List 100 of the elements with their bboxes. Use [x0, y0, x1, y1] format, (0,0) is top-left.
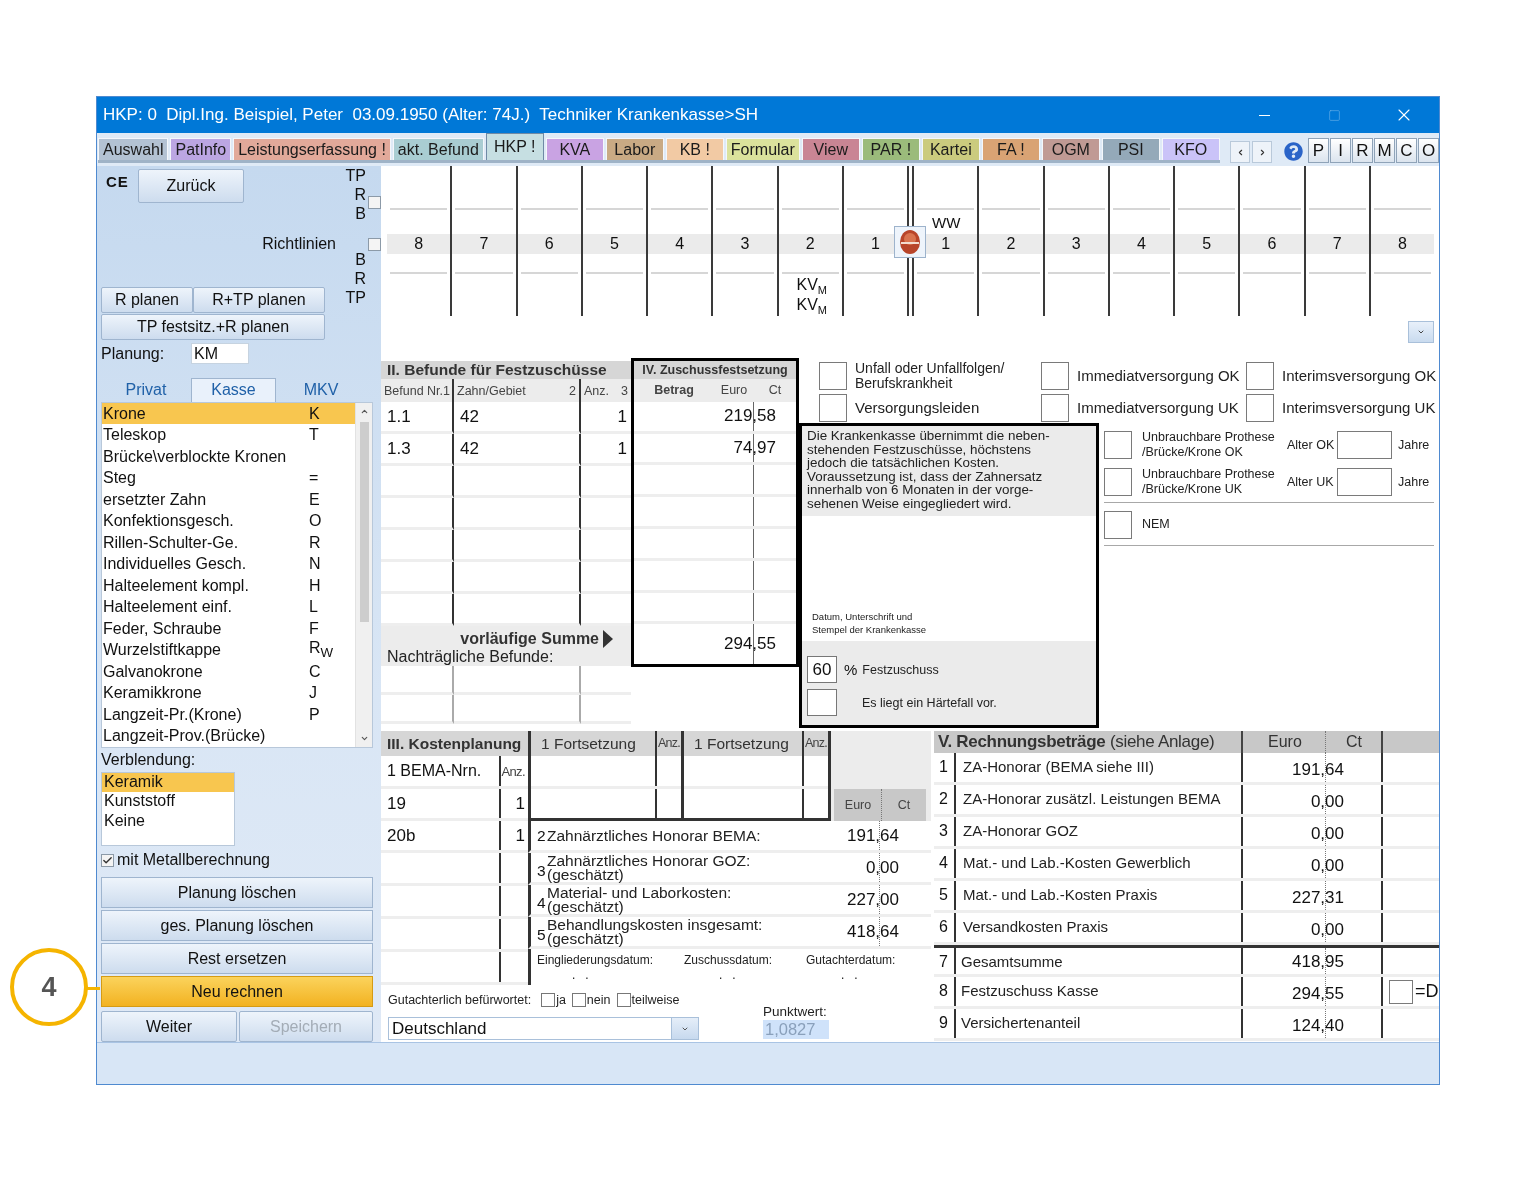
list-item[interactable]: Keine: [102, 811, 234, 832]
toolbar-button[interactable]: P: [1308, 138, 1329, 163]
action-button[interactable]: Rest ersetzen: [101, 943, 373, 974]
tab[interactable]: akt. Befund: [392, 138, 484, 160]
list-item[interactable]: Konfektionsgesch. O: [102, 510, 355, 532]
plan-button[interactable]: R planen: [101, 287, 193, 313]
list-item[interactable]: Steg =: [102, 467, 355, 489]
date-label: Zuschussdatum:: [684, 953, 774, 967]
tab[interactable]: PSI: [1101, 138, 1160, 160]
amount-cell: 418,64: [847, 921, 899, 942]
tab[interactable]: MKV: [276, 377, 366, 402]
list-item[interactable]: Krone K: [102, 402, 355, 425]
checkbox[interactable]: [616, 993, 631, 1007]
tab[interactable]: Kartei: [921, 138, 980, 160]
item-name: Konfektionsgesch.: [103, 512, 235, 531]
table-cell: 42: [460, 438, 479, 459]
checkbox[interactable]: [819, 394, 847, 422]
checkbox-label: Interimsversorgung OK: [1282, 367, 1437, 384]
checkbox[interactable]: [101, 853, 114, 867]
checkbox[interactable]: [1246, 361, 1274, 390]
scrollbar[interactable]: [355, 402, 372, 747]
toolbar-button[interactable]: O: [1418, 138, 1439, 163]
list-item[interactable]: Feder, Schraube F: [102, 617, 355, 640]
checkbox[interactable]: [368, 196, 381, 209]
toolbar-button[interactable]: R: [1352, 138, 1373, 163]
checkbox[interactable]: [807, 689, 837, 716]
billing-label: Mat.- und Lab.-Kosten Praxis: [956, 881, 1243, 910]
list-item[interactable]: ersetzter Zahn E: [102, 488, 355, 511]
list-item[interactable]: Galvanokrone C: [102, 660, 355, 683]
tooth-number: 3: [1044, 234, 1108, 254]
toolbar-button[interactable]: I: [1330, 138, 1351, 163]
help-icon: [1283, 141, 1303, 161]
country-dropdown[interactable]: Deutschland: [388, 1017, 699, 1040]
list-item[interactable]: Langzeit-Prov.(Brücke): [102, 725, 355, 747]
list-item[interactable]: Kunststoff: [102, 792, 234, 812]
tab[interactable]: PAR !: [861, 138, 920, 160]
tab[interactable]: FA !: [981, 138, 1040, 160]
tab[interactable]: View: [801, 138, 860, 160]
list-item[interactable]: Brücke\verblockte Kronen: [102, 445, 355, 468]
checkbox[interactable]: [1041, 361, 1069, 390]
toolbar-button[interactable]: M: [1374, 138, 1395, 163]
tab[interactable]: HKP !: [485, 133, 544, 160]
item-name: Feder, Schraube: [103, 619, 223, 638]
footer-button[interactable]: Weiter: [101, 1011, 237, 1042]
age-field[interactable]: [1337, 467, 1392, 496]
list-item[interactable]: Wurzelstiftkappe R$_{W}$: [102, 639, 355, 661]
tab[interactable]: OGM: [1041, 138, 1100, 160]
checkbox[interactable]: [571, 993, 586, 1007]
unit-label: Jahre: [1398, 474, 1430, 489]
checkbox[interactable]: [1104, 510, 1132, 539]
checkbox[interactable]: [1104, 467, 1132, 496]
tab[interactable]: Auswahl: [98, 138, 169, 160]
action-button[interactable]: Neu rechnen: [101, 976, 373, 1007]
column-header: Euro: [719, 383, 749, 398]
checkbox[interactable]: [1246, 394, 1274, 422]
column-header: Anz.: [501, 763, 525, 779]
item-code: R$_{W}$: [309, 639, 334, 661]
checkbox[interactable]: [541, 993, 556, 1007]
tab[interactable]: KVA: [545, 138, 604, 160]
list-item[interactable]: Individuelles Gesch. N: [102, 553, 355, 575]
checkbox[interactable]: [1041, 394, 1069, 422]
checkbox[interactable]: [1389, 979, 1413, 1004]
list-item[interactable]: Langzeit-Pr.(Krone) P: [102, 703, 355, 726]
veneer-label: Verblendung:: [101, 749, 197, 770]
action-button[interactable]: Planung löschen: [101, 877, 373, 908]
tab[interactable]: KFO: [1161, 138, 1220, 160]
list-item[interactable]: Keramik: [102, 772, 234, 793]
item-name: Krone: [103, 404, 147, 423]
item-name: Individuelles Gesch.: [103, 555, 248, 574]
percent-field[interactable]: 60: [807, 656, 837, 683]
item-code: L: [309, 598, 318, 617]
list-item[interactable]: Rillen-Schulter-Ge. R: [102, 531, 355, 554]
item-code: J: [309, 684, 317, 703]
tab[interactable]: Kasse: [191, 377, 276, 402]
tab[interactable]: KB !: [665, 138, 724, 160]
checkbox[interactable]: [1104, 430, 1132, 459]
toolbar-button[interactable]: C: [1396, 138, 1417, 163]
tooth-button[interactable]: [894, 226, 926, 258]
date-value: . .: [840, 967, 859, 983]
list-item[interactable]: Halteelement einf. L: [102, 596, 355, 618]
list-item[interactable]: Keramikkrone J: [102, 682, 355, 704]
scroll-thumb[interactable]: [359, 421, 369, 622]
planning-field[interactable]: KM: [191, 343, 249, 365]
tab[interactable]: Labor: [605, 138, 664, 160]
tab[interactable]: Privat: [101, 377, 191, 402]
tooth-icon: [899, 229, 921, 255]
plan-button[interactable]: TP festsitz.+R planen: [101, 314, 325, 340]
tab[interactable]: Leistungserfassung !: [233, 138, 391, 160]
checkbox[interactable]: [819, 361, 847, 390]
plan-button[interactable]: R+TP planen: [193, 287, 325, 313]
back-button[interactable]: Zurück: [138, 169, 244, 203]
tab[interactable]: PatInfo: [170, 138, 232, 160]
action-button[interactable]: ges. Planung löschen: [101, 910, 373, 941]
list-item[interactable]: Halteelement kompl. H: [102, 574, 355, 597]
help-button[interactable]: [1282, 139, 1304, 163]
tab[interactable]: Formular: [725, 138, 800, 160]
checkbox[interactable]: [368, 238, 381, 251]
item-code: H: [309, 576, 321, 595]
list-item[interactable]: Teleskop T: [102, 424, 355, 446]
age-field[interactable]: [1337, 430, 1392, 459]
